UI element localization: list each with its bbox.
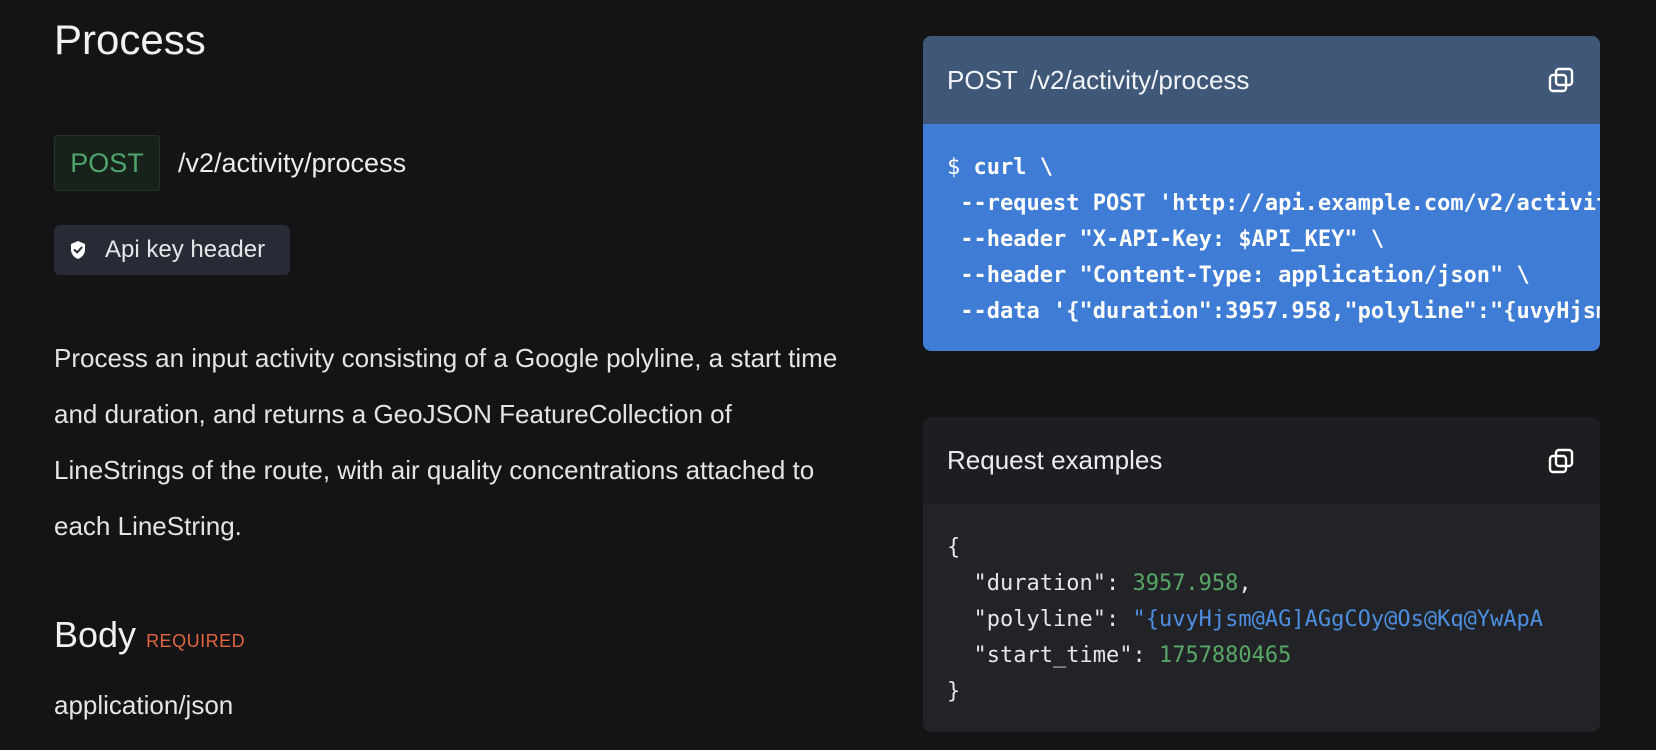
request-panel-header: Request examples: [923, 417, 1600, 504]
copy-request-button[interactable]: [1546, 446, 1576, 476]
curl-panel-method: POST: [947, 64, 1018, 95]
curl-panel-header: POST/v2/activity/process: [923, 36, 1600, 124]
copy-icon: [1547, 447, 1575, 475]
json-key-polyline: "polyline": [973, 607, 1106, 632]
json-value-polyline: "{uvyHjsm@AG]AGgCOy@Os@Kq@YwApA: [1132, 607, 1544, 632]
json-key-duration: "duration": [973, 571, 1106, 596]
curl-panel-path: /v2/activity/process: [1029, 64, 1250, 95]
json-key-start-time: "start_time": [973, 643, 1133, 668]
curl-line-4: --header "Content-Type: application/json…: [947, 263, 1530, 288]
curl-code-block: $ curl \ --request POST 'http://api.exam…: [923, 124, 1600, 351]
shield-check-icon: [68, 240, 88, 260]
json-open-brace: {: [947, 535, 961, 560]
page-title: Process: [54, 16, 206, 63]
curl-line-3: --header "X-API-Key: $API_KEY" \: [947, 227, 1385, 252]
curl-example-panel: POST/v2/activity/process $ curl \ --requ…: [923, 36, 1600, 351]
endpoint-row: POST /v2/activity/process: [54, 135, 406, 191]
endpoint-path: /v2/activity/process: [178, 147, 407, 178]
body-heading: Body REQUIRED: [54, 614, 245, 656]
auth-chip[interactable]: Api key header: [54, 225, 290, 275]
required-label: REQUIRED: [146, 631, 246, 651]
curl-panel-title: POST/v2/activity/process: [947, 65, 1249, 96]
curl-line-2: --request POST 'http://api.example.com/v…: [960, 191, 1600, 216]
curl-line-1: curl \: [973, 155, 1053, 180]
request-panel-title: Request examples: [947, 445, 1163, 475]
copy-icon: [1547, 66, 1575, 94]
shell-prompt: $: [947, 155, 974, 180]
json-value-start-time: 1757880465: [1158, 643, 1292, 668]
json-close-brace: }: [947, 679, 961, 704]
request-json-block: { "duration": 3957.958, "polyline": "{uv…: [923, 504, 1600, 732]
request-examples-panel: Request examples { "duration": 3957.958,…: [923, 417, 1600, 732]
json-value-duration: 3957.958: [1132, 571, 1239, 596]
copy-curl-button[interactable]: [1546, 65, 1576, 95]
content-type: application/json: [54, 690, 234, 720]
method-badge: POST: [54, 135, 160, 191]
body-title: Body: [54, 614, 137, 655]
auth-label: Api key header: [105, 236, 266, 263]
endpoint-description: Process an input activity consisting of …: [54, 343, 838, 541]
curl-line-5: --data '{"duration":3957.958,"polyline":…: [960, 299, 1600, 324]
